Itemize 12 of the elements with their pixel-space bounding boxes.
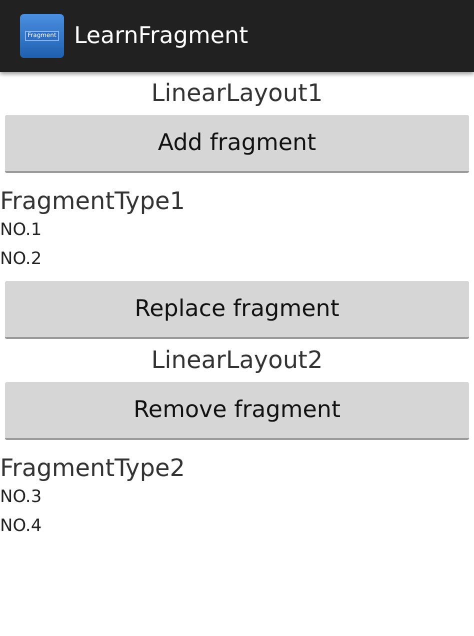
- app-title: LearnFragment: [74, 22, 248, 51]
- fragment-title: FragmentType2: [0, 453, 186, 483]
- fragment-button[interactable]: Replace fragment: [5, 281, 469, 339]
- item-text: NO.1: [0, 219, 42, 242]
- layout-heading: LinearLayout1: [151, 78, 323, 108]
- item-text: NO.3: [0, 486, 42, 509]
- item-text: NO.4: [0, 515, 42, 538]
- layout-heading: LinearLayout2: [151, 345, 323, 375]
- item-text: NO.2: [0, 248, 42, 271]
- fragment-title: FragmentType1: [0, 186, 186, 216]
- fragment-button[interactable]: Remove fragment: [5, 382, 469, 440]
- fragment-button[interactable]: Add fragment: [5, 115, 469, 173]
